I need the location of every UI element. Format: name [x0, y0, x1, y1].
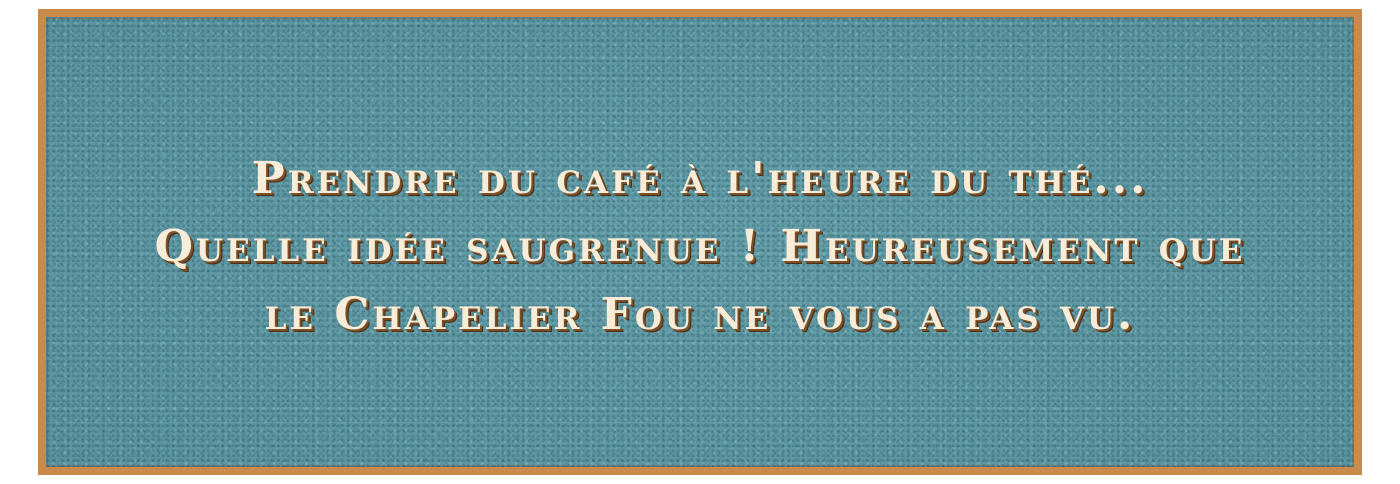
quote-banner: Prendre du café à l'heure du thé... Quel…: [38, 9, 1362, 475]
quote-line-1: Prendre du café à l'heure du thé...: [251, 153, 1149, 204]
quote-text: Prendre du café à l'heure du thé... Quel…: [46, 145, 1354, 349]
quote-line-3: le Chapelier Fou ne vous a pas vu.: [264, 289, 1136, 340]
quote-line-2: Quelle idée saugrenue ! Heureusement que: [154, 221, 1246, 272]
